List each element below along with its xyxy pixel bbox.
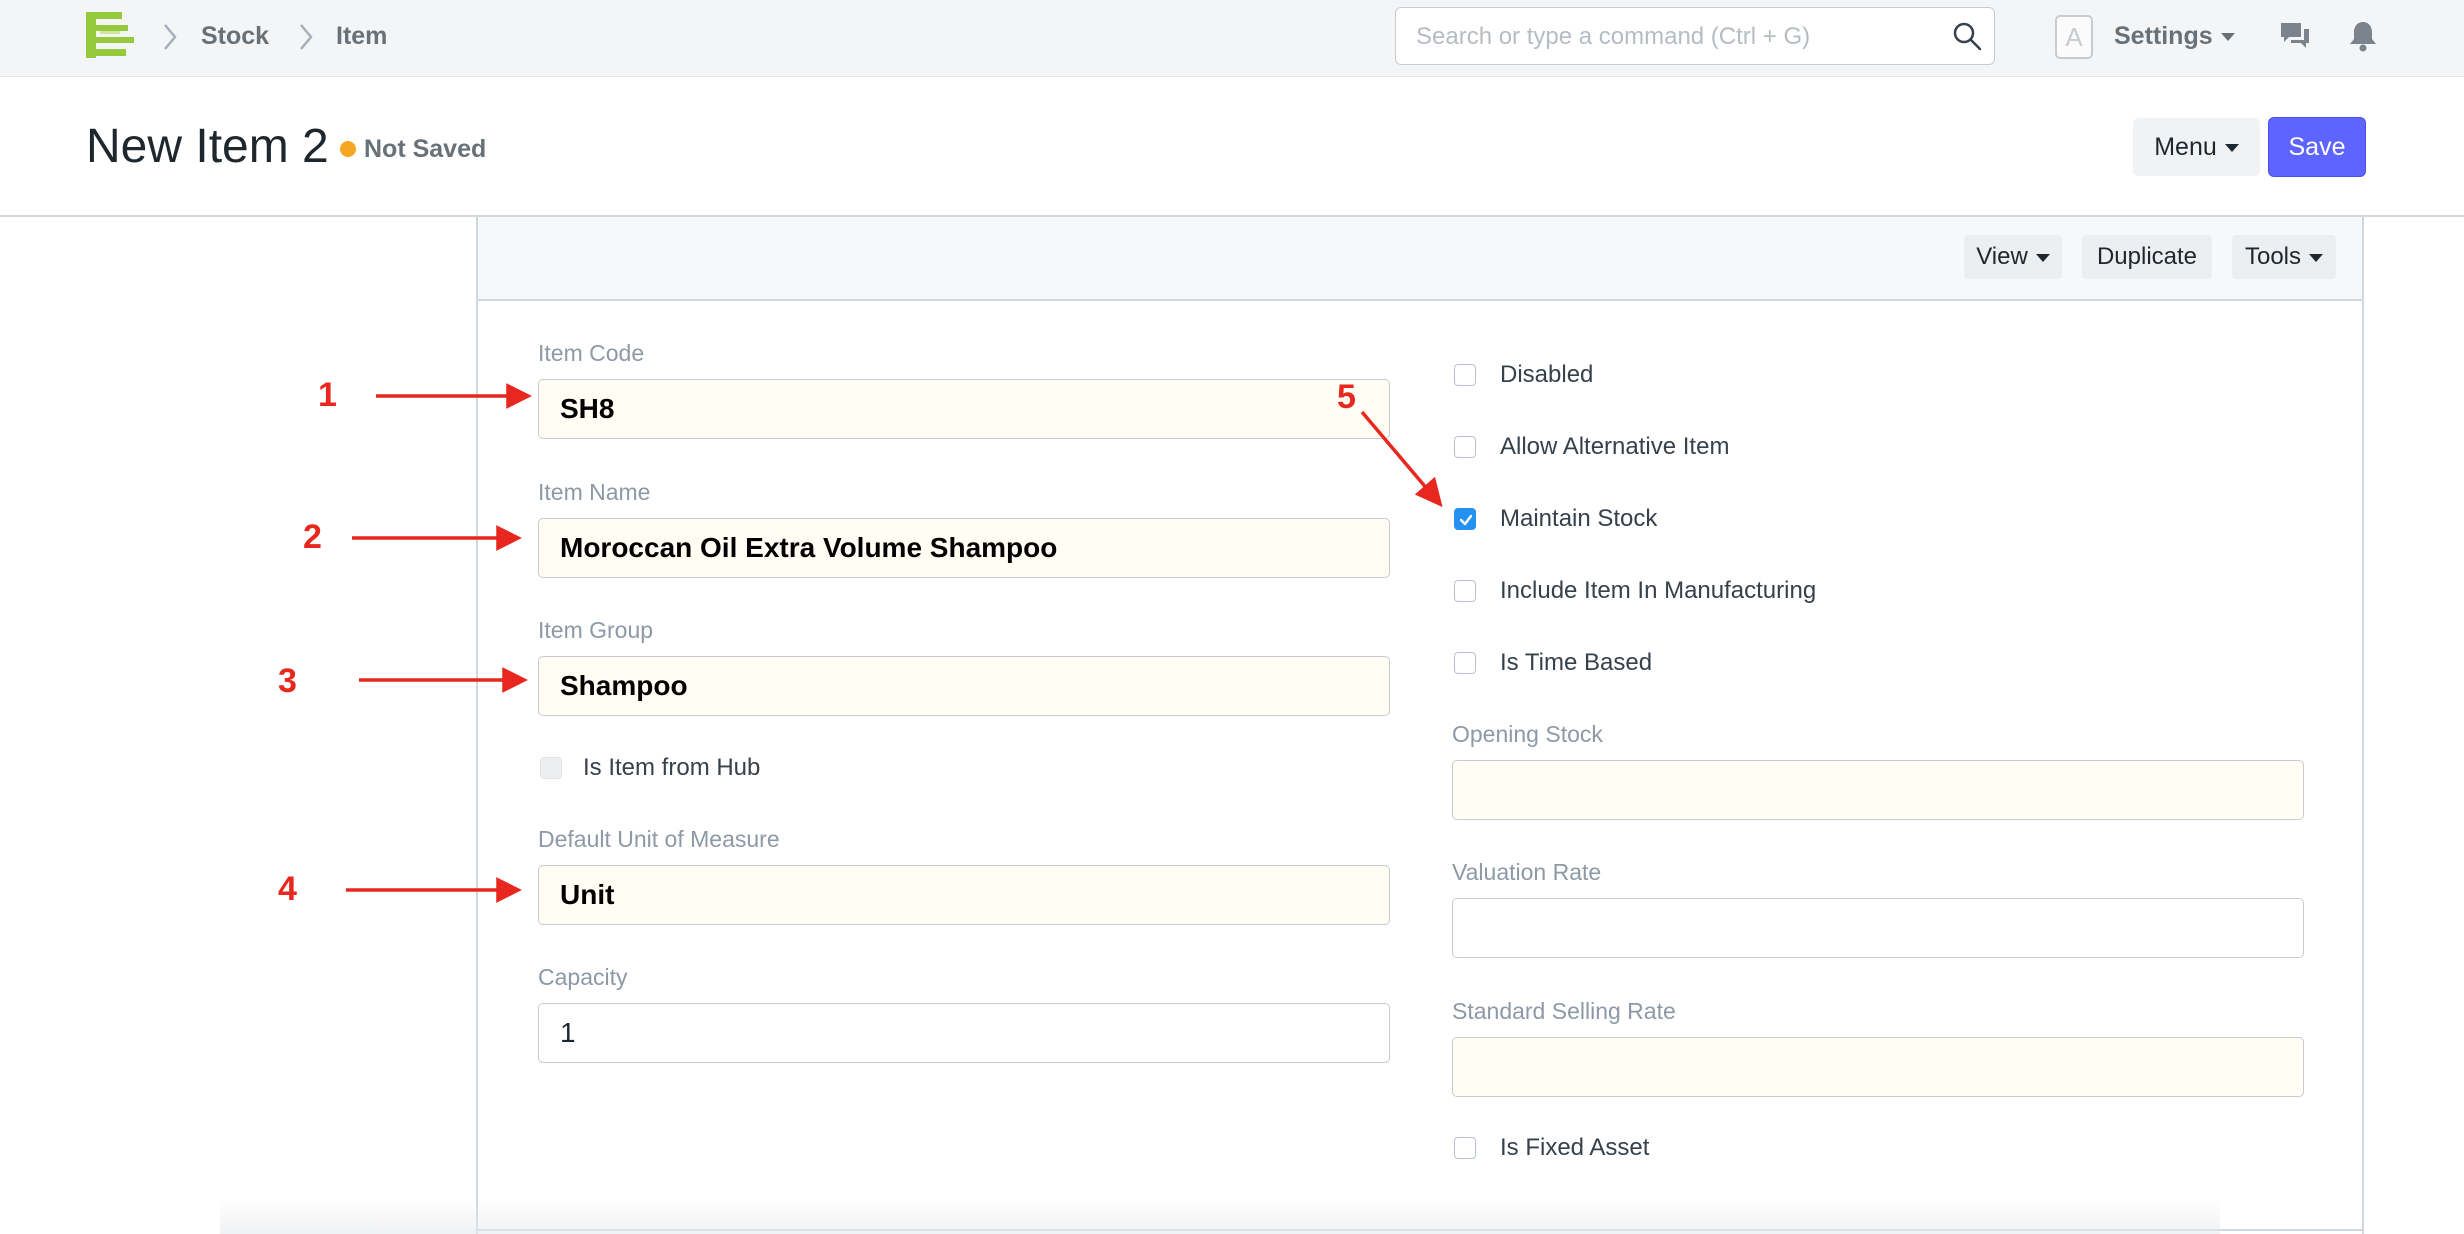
- maintain-stock-checkbox[interactable]: [1454, 508, 1476, 530]
- is-time-based-checkbox[interactable]: [1454, 652, 1476, 674]
- view-label: View: [1976, 243, 2028, 270]
- default-uom-label: Default Unit of Measure: [538, 826, 780, 852]
- breadcrumb-item[interactable]: Item: [336, 21, 387, 51]
- chevron-down-icon: [2035, 253, 2050, 262]
- status-badge: Not Saved: [364, 135, 487, 163]
- default-uom-input[interactable]: Unit: [538, 865, 1390, 925]
- item-name-label: Item Name: [538, 479, 651, 505]
- chevron-down-icon: [2309, 253, 2324, 262]
- disabled-label: Disabled: [1500, 361, 1594, 388]
- search-placeholder: Search or type a command (Ctrl + G): [1416, 23, 1811, 50]
- chevron-right-icon: [300, 24, 313, 50]
- settings-dropdown[interactable]: Settings: [2114, 20, 2235, 52]
- chevron-down-icon: [2220, 33, 2235, 42]
- app-logo-icon[interactable]: [86, 12, 134, 58]
- allow-alternative-item-checkbox[interactable]: [1454, 436, 1476, 458]
- annotation-number-5: 5: [1337, 378, 1356, 416]
- allow-alternative-item-label: Allow Alternative Item: [1500, 433, 1730, 460]
- is-item-from-hub-checkbox-row[interactable]: Is Item from Hub: [540, 753, 940, 785]
- annotation-number-4: 4: [278, 870, 297, 908]
- chevron-right-icon: [164, 24, 177, 50]
- valuation-rate-input[interactable]: [1452, 898, 2304, 958]
- is-time-based-checkbox-row[interactable]: Is Time Based: [1454, 648, 1954, 680]
- navbar: Stock Item Search or type a command (Ctr…: [0, 0, 2464, 77]
- breadcrumb-stock[interactable]: Stock: [201, 21, 269, 51]
- disabled-checkbox-row[interactable]: Disabled: [1454, 360, 1954, 392]
- settings-label: Settings: [2114, 22, 2213, 50]
- is-fixed-asset-checkbox[interactable]: [1454, 1137, 1476, 1159]
- search-icon[interactable]: [1952, 21, 1982, 51]
- checkmark-icon: [1459, 514, 1473, 526]
- annotation-number-1: 1: [318, 376, 337, 414]
- chat-icon[interactable]: [2279, 20, 2311, 52]
- duplicate-button[interactable]: Duplicate: [2082, 235, 2212, 279]
- maintain-stock-label: Maintain Stock: [1500, 505, 1658, 532]
- disabled-checkbox[interactable]: [1454, 364, 1476, 386]
- standard-selling-rate-label: Standard Selling Rate: [1452, 998, 1676, 1024]
- annotation-number-2: 2: [303, 518, 322, 556]
- item-group-label: Item Group: [538, 617, 654, 643]
- chevron-down-icon: [2224, 144, 2239, 153]
- avatar[interactable]: A: [2055, 15, 2093, 59]
- bottom-fade: [220, 1200, 2220, 1234]
- include-item-in-manufacturing-checkbox[interactable]: [1454, 580, 1476, 602]
- is-time-based-label: Is Time Based: [1500, 649, 1653, 676]
- include-item-in-manufacturing-label: Include Item In Manufacturing: [1500, 577, 1817, 604]
- allow-alternative-item-checkbox-row[interactable]: Allow Alternative Item: [1454, 432, 1954, 464]
- bell-icon[interactable]: [2348, 20, 2378, 52]
- item-code-label: Item Code: [538, 340, 645, 366]
- is-item-from-hub-label: Is Item from Hub: [583, 754, 761, 781]
- is-item-from-hub-checkbox[interactable]: [540, 757, 562, 779]
- valuation-rate-label: Valuation Rate: [1452, 859, 1602, 885]
- opening-stock-input[interactable]: [1452, 760, 2304, 820]
- menu-button[interactable]: Menu: [2133, 118, 2260, 176]
- page-head: New Item 2 Not Saved Menu Save: [0, 77, 2464, 217]
- view-button[interactable]: View: [1964, 235, 2062, 279]
- tools-button[interactable]: Tools: [2232, 235, 2336, 279]
- tools-label: Tools: [2244, 243, 2302, 270]
- capacity-input[interactable]: 1: [538, 1003, 1390, 1063]
- item-name-input[interactable]: Moroccan Oil Extra Volume Shampoo: [538, 518, 1390, 578]
- maintain-stock-checkbox-row[interactable]: Maintain Stock: [1454, 504, 1954, 536]
- capacity-label: Capacity: [538, 964, 628, 990]
- is-fixed-asset-label: Is Fixed Asset: [1500, 1134, 1650, 1161]
- item-code-input[interactable]: SH8: [538, 379, 1390, 439]
- is-fixed-asset-checkbox-row[interactable]: Is Fixed Asset: [1454, 1133, 1954, 1165]
- opening-stock-label: Opening Stock: [1452, 721, 1603, 747]
- search-input[interactable]: Search or type a command (Ctrl + G): [1395, 7, 1995, 65]
- save-button[interactable]: Save: [2268, 117, 2366, 177]
- status-indicator-dot: [340, 141, 356, 157]
- standard-selling-rate-input[interactable]: [1452, 1037, 2304, 1097]
- page-title: New Item 2: [86, 120, 329, 173]
- form-toolbar: View Duplicate Tools: [478, 217, 2362, 301]
- annotation-number-3: 3: [278, 662, 297, 700]
- menu-label: Menu: [2154, 133, 2217, 161]
- item-group-input[interactable]: Shampoo: [538, 656, 1390, 716]
- include-item-in-manufacturing-checkbox-row[interactable]: Include Item In Manufacturing: [1454, 576, 1954, 608]
